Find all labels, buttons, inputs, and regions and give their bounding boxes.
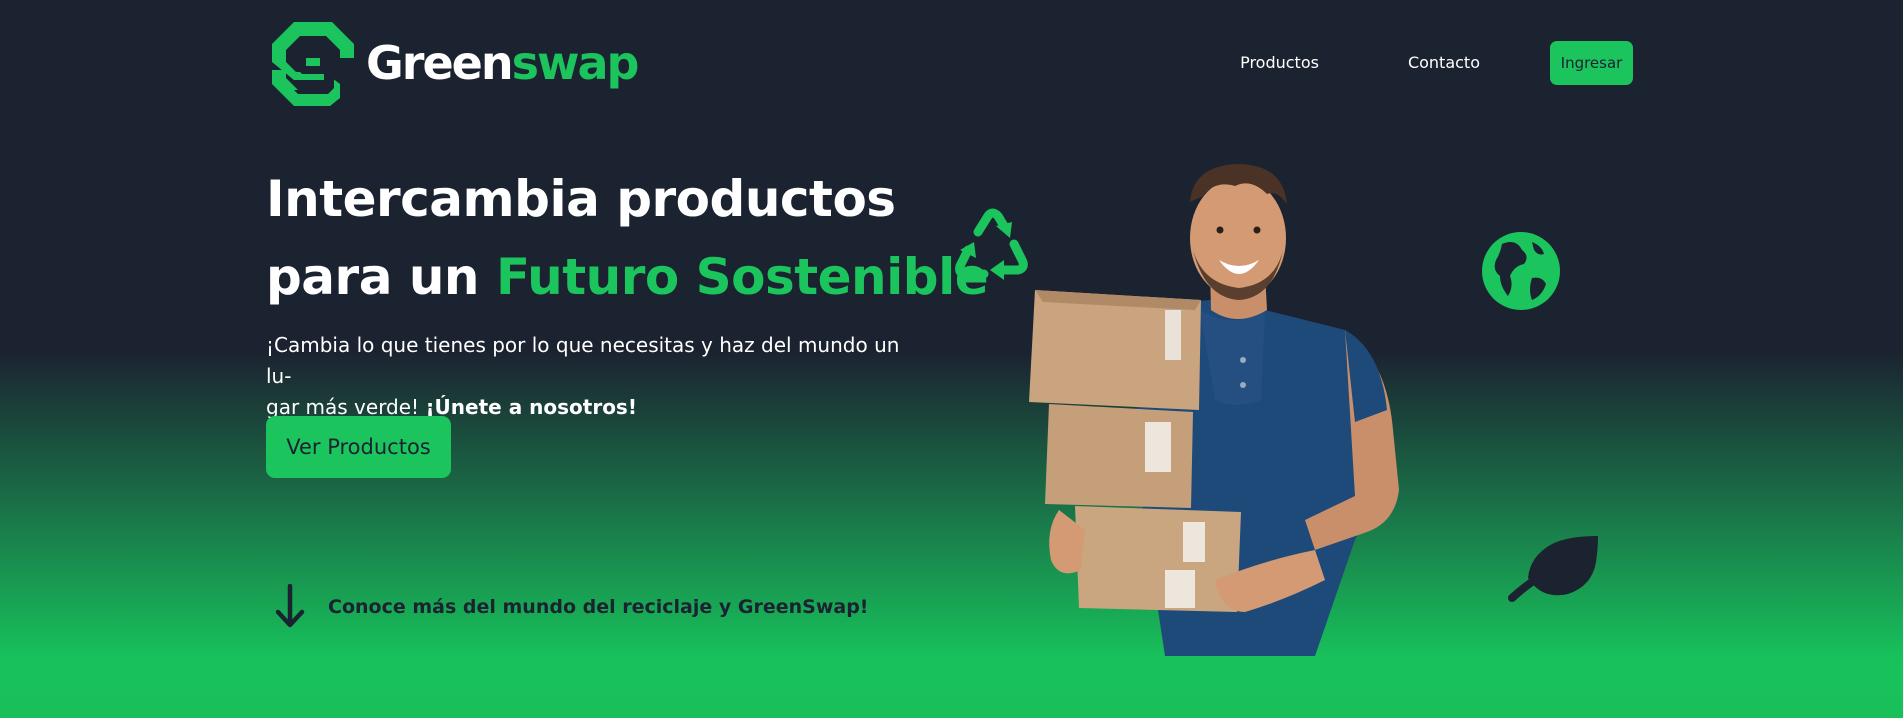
- hero-description-line1: ¡Cambia lo que tienes por lo que necesit…: [266, 333, 900, 388]
- logo-text: Greenswap: [366, 36, 640, 90]
- learn-more-link[interactable]: Conoce más del mundo del reciclaje y Gre…: [272, 584, 868, 630]
- globe-icon: [1482, 232, 1560, 310]
- hero-description-bold: ¡Únete a nosotros!: [425, 395, 637, 419]
- greenswap-logo-icon: [272, 22, 354, 106]
- view-products-button[interactable]: Ver Productos: [266, 416, 451, 478]
- nav-link-productos[interactable]: Productos: [1240, 41, 1319, 85]
- hero-title: Intercambia productos para un Futuro Sos…: [266, 160, 989, 316]
- hero-description: ¡Cambia lo que tienes por lo que necesit…: [266, 330, 906, 423]
- logo-text-swap: swap: [511, 36, 640, 90]
- leaf-icon: [1508, 536, 1598, 602]
- hero-title-line2-prefix: para un: [266, 248, 496, 306]
- hero-title-accent: Futuro Sostenible: [495, 248, 989, 306]
- main-nav: Productos Contacto Ingresar: [1240, 41, 1633, 85]
- hero-image-person-with-boxes: [1029, 164, 1399, 656]
- nav-link-contacto[interactable]: Contacto: [1408, 41, 1480, 85]
- login-button[interactable]: Ingresar: [1550, 41, 1633, 85]
- hero-title-line1: Intercambia productos: [266, 170, 896, 228]
- logo[interactable]: Greenswap: [268, 18, 640, 108]
- learn-more-text: Conoce más del mundo del reciclaje y Gre…: [328, 596, 869, 618]
- site-header: Greenswap Productos Contacto Ingresar: [0, 0, 1903, 130]
- logo-text-green: Green: [366, 36, 514, 90]
- arrow-down-icon: [275, 584, 305, 628]
